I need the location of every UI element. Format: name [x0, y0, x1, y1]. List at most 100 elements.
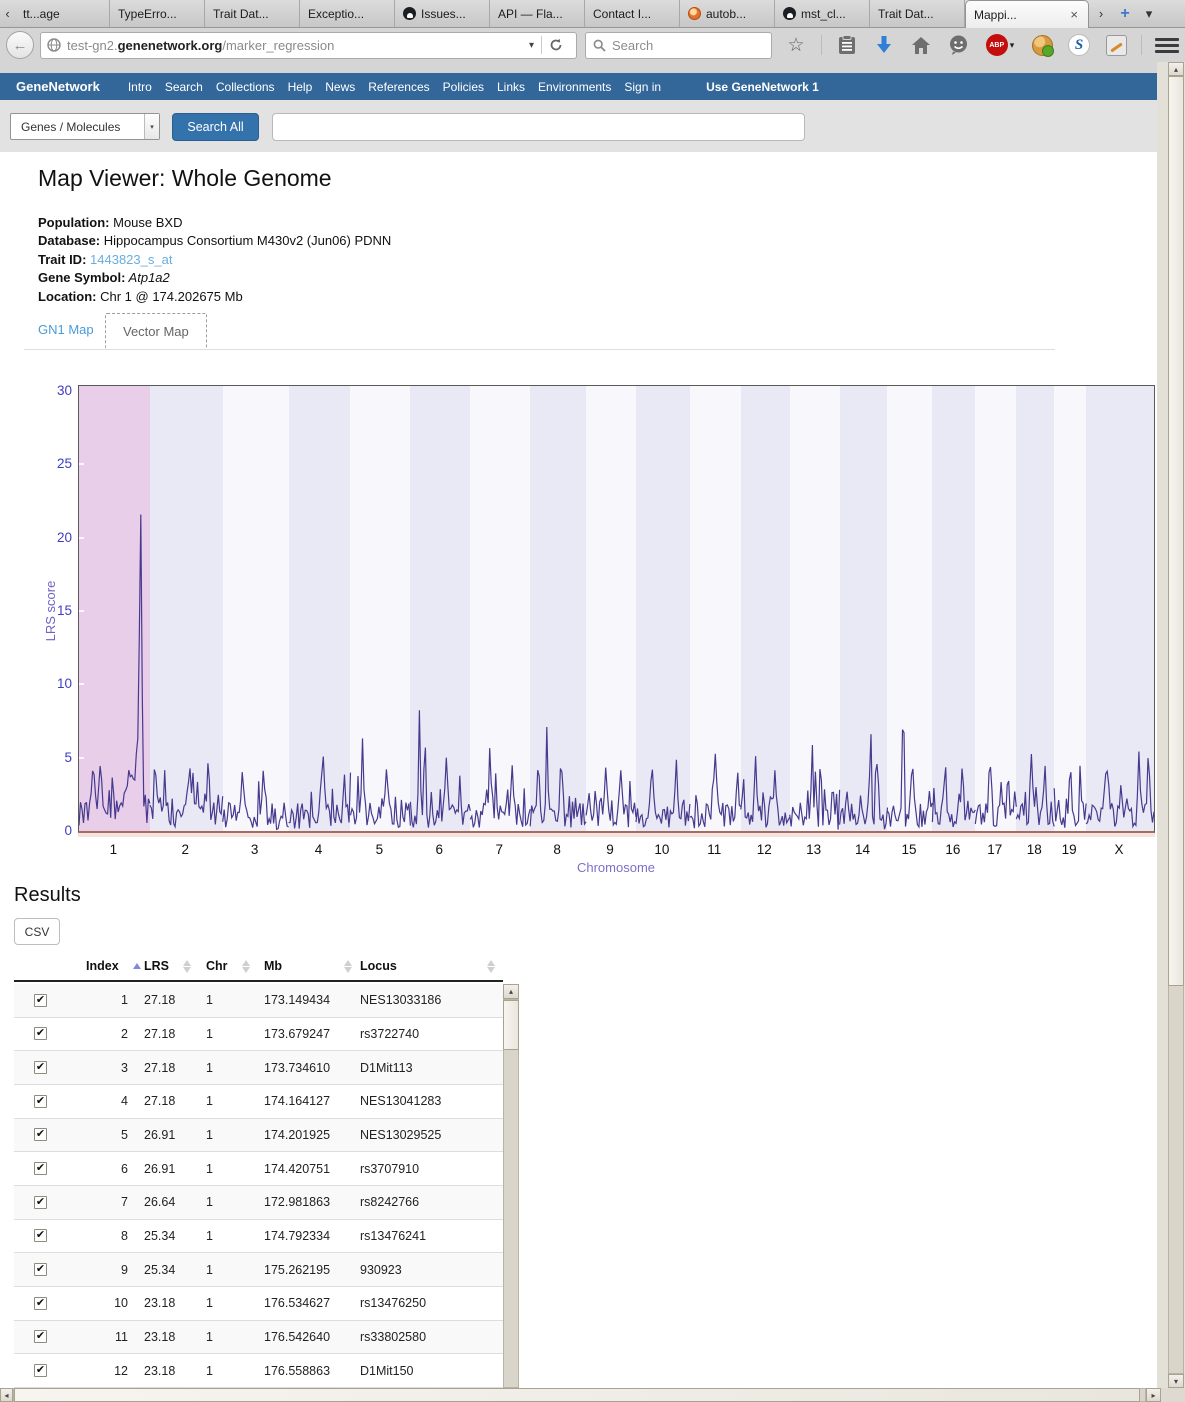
- browser-tab[interactable]: API — Fla...: [490, 0, 585, 27]
- row-checkbox-cell: ✔: [14, 1196, 74, 1209]
- column-header-Locus[interactable]: Locus: [360, 952, 503, 980]
- nav-item-environments[interactable]: Environments: [538, 80, 611, 94]
- page-scroll-down-button[interactable]: ▾: [1168, 1374, 1184, 1388]
- row-checkbox[interactable]: ✔: [34, 1061, 47, 1074]
- table-row: ✔427.181174.164127NES13041283: [14, 1085, 503, 1119]
- row-checkbox[interactable]: ✔: [34, 1229, 47, 1242]
- cell-locus: 930923: [360, 1263, 503, 1277]
- bookmark-star-button[interactable]: ☆: [784, 33, 808, 57]
- table-scroll-up-button[interactable]: ▴: [503, 984, 519, 999]
- bookmarks-button[interactable]: [835, 33, 859, 57]
- search-all-button[interactable]: Search All: [172, 113, 259, 141]
- url-dropdown-caret[interactable]: ▾: [522, 40, 541, 51]
- new-tab-button[interactable]: +: [1113, 0, 1137, 27]
- cell-chr: 1: [206, 1128, 264, 1142]
- row-checkbox[interactable]: ✔: [34, 1364, 47, 1377]
- column-header-Index[interactable]: Index: [74, 952, 144, 980]
- page-vertical-scrollbar[interactable]: ▴ ▾: [1168, 62, 1184, 1388]
- site-search-input[interactable]: [272, 113, 805, 141]
- nav-item-search[interactable]: Search: [165, 80, 203, 94]
- page-scroll-left-button[interactable]: ◂: [0, 1388, 13, 1402]
- home-button[interactable]: [909, 33, 933, 57]
- messenger-button[interactable]: [946, 33, 970, 57]
- x-tick-5: 5: [359, 842, 399, 857]
- browser-tab[interactable]: Contact I...: [585, 0, 680, 27]
- skype-button[interactable]: S: [1067, 33, 1091, 57]
- cell-mb: 173.149434: [264, 993, 360, 1007]
- browser-tab[interactable]: TypeErro...: [110, 0, 205, 27]
- tab-divider-line: [24, 349, 1055, 350]
- nav-item-collections[interactable]: Collections: [216, 80, 275, 94]
- sort-desc-icon: [344, 967, 352, 973]
- search-category-select[interactable]: Genes / Molecules ▾: [10, 113, 160, 140]
- nav-item-intro[interactable]: Intro: [128, 80, 152, 94]
- cell-lrs: 26.91: [144, 1162, 206, 1176]
- column-header-LRS[interactable]: LRS: [144, 952, 206, 980]
- column-header-Mb[interactable]: Mb: [264, 952, 360, 980]
- table-scroll-thumb[interactable]: [503, 1000, 519, 1050]
- y-tick-10: 10: [38, 676, 72, 692]
- reload-icon: [549, 38, 563, 52]
- browser-tab[interactable]: Trait Dat...: [205, 0, 300, 27]
- menu-button[interactable]: [1155, 33, 1179, 57]
- row-checkbox[interactable]: ✔: [34, 1095, 47, 1108]
- row-checkbox[interactable]: ✔: [34, 1297, 47, 1310]
- page-horizontal-scrollbar[interactable]: ◂ ▸: [0, 1388, 1161, 1402]
- nav-item-links[interactable]: Links: [497, 80, 525, 94]
- page-scroll-right-button[interactable]: ▸: [1146, 1388, 1161, 1402]
- row-checkbox[interactable]: ✔: [34, 1196, 47, 1209]
- page-hscroll-thumb[interactable]: [14, 1388, 1140, 1402]
- nav-item-help[interactable]: Help: [288, 80, 313, 94]
- page-scroll-up-button[interactable]: ▴: [1168, 62, 1184, 76]
- table-scroll-track[interactable]: [503, 999, 519, 1388]
- row-checkbox[interactable]: ✔: [34, 1162, 47, 1175]
- browser-tab[interactable]: mst_cl...: [775, 0, 870, 27]
- nav-item-news[interactable]: News: [325, 80, 355, 94]
- reload-button[interactable]: [542, 38, 570, 52]
- sort-desc-icon: [183, 967, 191, 973]
- back-button[interactable]: ←: [6, 31, 34, 59]
- site-nav: GeneNetwork Intro Search Collections Help Ne…: [0, 73, 1157, 100]
- row-checkbox[interactable]: ✔: [34, 1263, 47, 1276]
- row-checkbox[interactable]: ✔: [34, 1027, 47, 1040]
- browser-search-input[interactable]: [612, 38, 752, 53]
- cell-mb: 174.201925: [264, 1128, 360, 1142]
- browser-search-field[interactable]: [585, 32, 772, 59]
- browser-tab[interactable]: Trait Dat...: [870, 0, 965, 27]
- url-field[interactable]: test-gn2.genenetwork.org/marker_regressi…: [40, 32, 577, 59]
- adblock-button[interactable]: ABP ▾: [983, 33, 1017, 57]
- browser-tab[interactable]: Exceptio...: [300, 0, 395, 27]
- tab-list-dropdown-button[interactable]: ▾: [1137, 0, 1161, 27]
- row-checkbox-cell: ✔: [14, 1229, 74, 1242]
- notes-button[interactable]: [1104, 33, 1128, 57]
- table-scrollbar[interactable]: ▴: [503, 984, 519, 1388]
- site-brand[interactable]: GeneNetwork: [16, 79, 100, 94]
- browser-tab[interactable]: Mappi...×: [965, 0, 1089, 28]
- tab-vector-map[interactable]: Vector Map: [105, 313, 207, 349]
- page-scroll-thumb[interactable]: [1168, 76, 1184, 986]
- tab-gn1-map[interactable]: GN1 Map: [38, 322, 94, 337]
- row-checkbox[interactable]: ✔: [34, 1128, 47, 1141]
- row-checkbox[interactable]: ✔: [34, 994, 47, 1007]
- tab-scroll-left-button[interactable]: ‹: [0, 0, 15, 27]
- nav-item-sign-in[interactable]: Sign in: [624, 80, 661, 94]
- cell-chr: 1: [206, 1061, 264, 1075]
- adblock-caret-icon: ▾: [1010, 40, 1015, 51]
- row-checkbox-cell: ✔: [14, 1263, 74, 1276]
- csv-export-button[interactable]: CSV: [14, 918, 60, 945]
- browser-tab[interactable]: autob...: [680, 0, 775, 27]
- cookie-manager-button[interactable]: [1030, 33, 1054, 57]
- browser-tab[interactable]: Issues...: [395, 0, 490, 27]
- info-value[interactable]: 1443823_s_at: [86, 252, 172, 267]
- nav-item-policies[interactable]: Policies: [443, 80, 484, 94]
- tab-scroll-right-button[interactable]: ›: [1089, 0, 1113, 27]
- cell-chr: 1: [206, 1296, 264, 1310]
- row-checkbox[interactable]: ✔: [34, 1330, 47, 1343]
- tab-close-button[interactable]: ×: [1068, 7, 1080, 22]
- downloads-button[interactable]: [872, 33, 896, 57]
- nav-item-references[interactable]: References: [368, 80, 429, 94]
- column-header-Chr[interactable]: Chr: [206, 952, 264, 980]
- browser-tab[interactable]: tt...age: [15, 0, 110, 27]
- use-genenetwork1-link[interactable]: Use GeneNetwork 1: [706, 80, 819, 94]
- info-value: Chr 1 @ 174.202675 Mb: [97, 289, 243, 304]
